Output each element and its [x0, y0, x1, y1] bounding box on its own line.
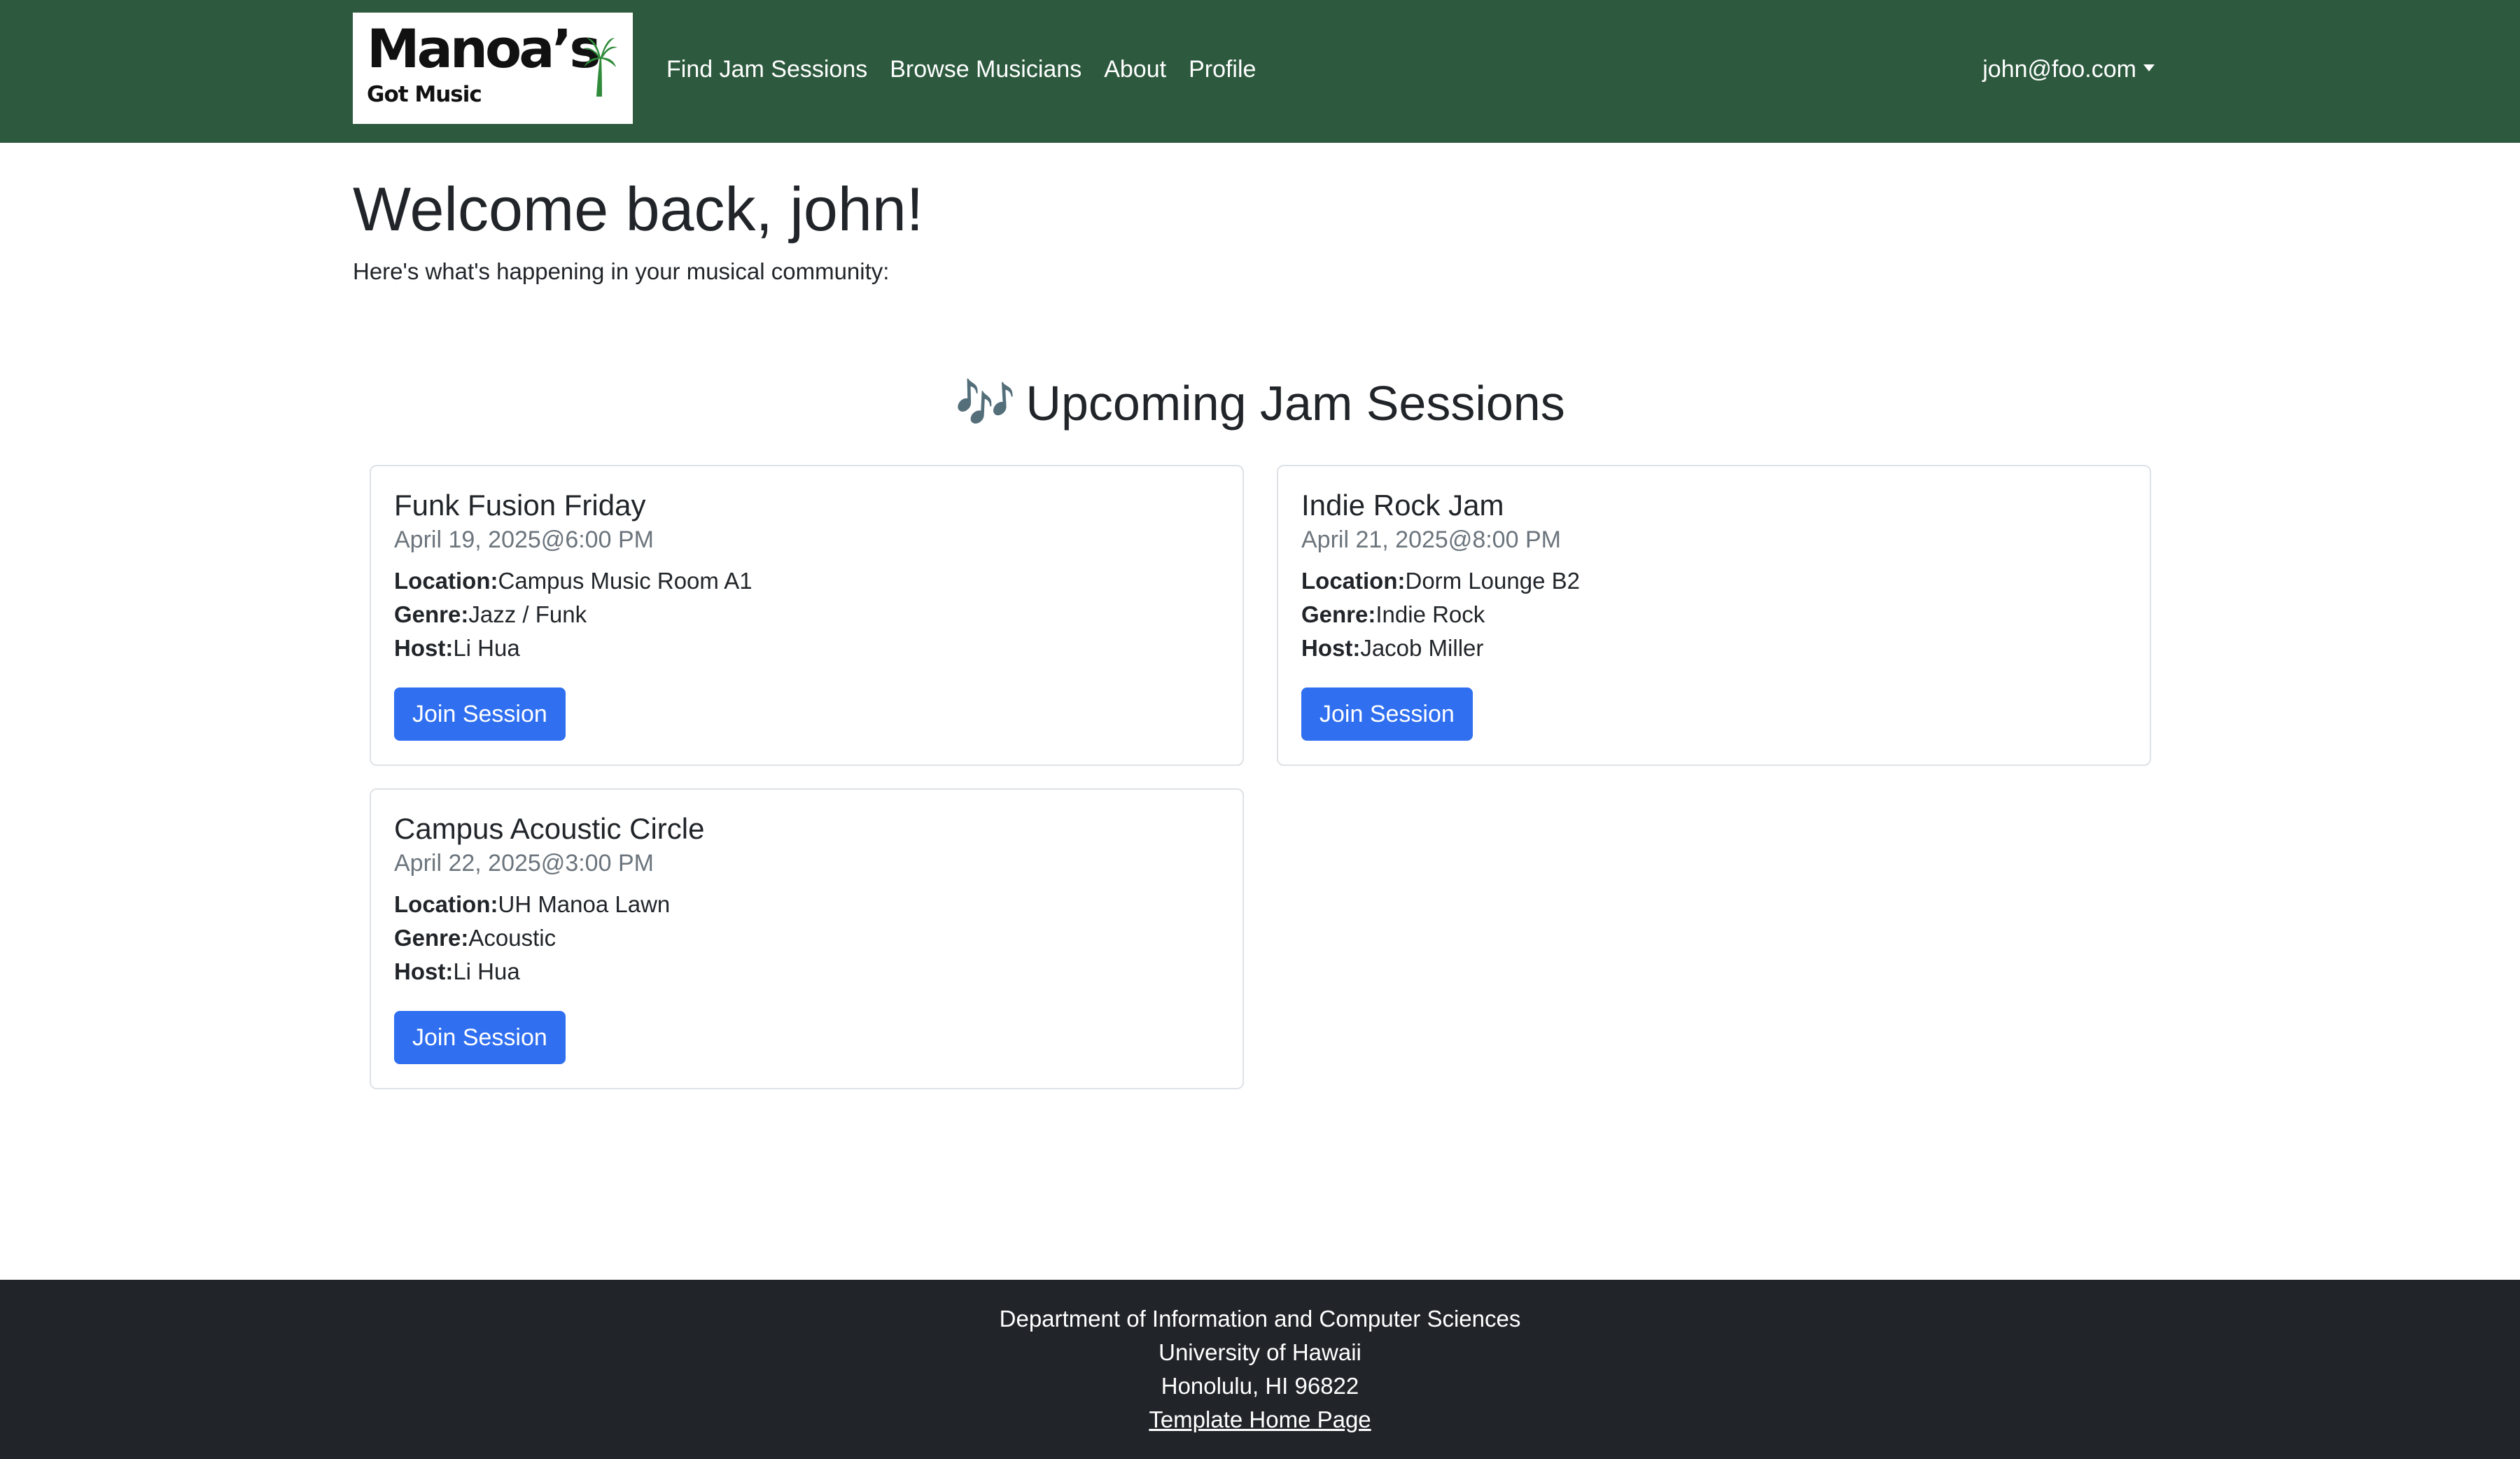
host-value: Li Hua	[453, 635, 520, 661]
session-card: Funk Fusion Friday April 19, 2025@6:00 P…	[370, 465, 1244, 766]
location-value: Campus Music Room A1	[498, 568, 752, 594]
location-value: UH Manoa Lawn	[498, 891, 671, 917]
caret-down-icon	[2143, 64, 2155, 71]
genre-label: Genre:	[1301, 601, 1376, 627]
session-card: Campus Acoustic Circle April 22, 2025@3:…	[370, 788, 1244, 1089]
nav-links: Find Jam Sessions Browse Musicians About…	[666, 52, 1278, 87]
footer-city: Honolulu, HI 96822	[1161, 1373, 1359, 1399]
genre-label: Genre:	[394, 601, 469, 627]
host-label: Host:	[394, 958, 454, 984]
location-label: Location:	[394, 891, 498, 917]
genre-label: Genre:	[394, 925, 469, 951]
location-label: Location:	[1301, 568, 1406, 594]
session-date: April 19, 2025@6:00 PM	[394, 526, 654, 553]
brand-name: Manoa’s	[367, 18, 601, 80]
session-host: Host:Jacob Miller	[1301, 631, 1483, 665]
brand-logo[interactable]: Manoa’s Got Music	[353, 13, 633, 124]
nav-link-profile[interactable]: Profile	[1189, 52, 1256, 87]
genre-value: Jazz / Funk	[468, 601, 587, 627]
top-navbar: Manoa’s Got Music Find Jam Sessions Brow…	[0, 0, 2520, 143]
join-session-button[interactable]: Join Session	[394, 1011, 566, 1064]
page-footer: Department of Information and Computer S…	[0, 1280, 2520, 1459]
footer-university: University of Hawaii	[1158, 1339, 1362, 1365]
template-home-link[interactable]: Template Home Page	[1149, 1406, 1371, 1432]
footer-department: Department of Information and Computer S…	[999, 1306, 1521, 1332]
user-email: john@foo.com	[1982, 56, 2136, 83]
page-title: Welcome back, john!	[353, 174, 924, 244]
session-location: Location:UH Manoa Lawn	[394, 888, 670, 921]
host-label: Host:	[1301, 635, 1361, 661]
page-subtitle: Here's what's happening in your musical …	[353, 258, 890, 284]
section-heading-text: Upcoming Jam Sessions	[1026, 376, 1565, 431]
host-value: Jacob Miller	[1360, 635, 1484, 661]
brand-subtitle: Got Music	[367, 82, 482, 107]
palm-tree-icon	[582, 38, 617, 97]
section-heading-jam-sessions: 🎶 Upcoming Jam Sessions	[0, 370, 2520, 437]
session-title: Campus Acoustic Circle	[394, 812, 705, 845]
session-genre: Genre:Jazz / Funk	[394, 598, 587, 631]
footer-address: Department of Information and Computer S…	[0, 1302, 2520, 1437]
host-value: Li Hua	[453, 958, 520, 984]
genre-value: Indie Rock	[1376, 601, 1485, 627]
session-title: Indie Rock Jam	[1301, 489, 1504, 522]
musical-notes-icon: 🎶	[955, 376, 1016, 431]
session-card: Indie Rock Jam April 21, 2025@8:00 PM Lo…	[1277, 465, 2151, 766]
user-dropdown-toggle[interactable]: john@foo.com	[1982, 52, 2155, 87]
nav-link-about[interactable]: About	[1104, 52, 1166, 87]
session-genre: Genre:Acoustic	[394, 921, 556, 955]
session-host: Host:Li Hua	[394, 631, 520, 665]
session-host: Host:Li Hua	[394, 955, 520, 989]
session-title: Funk Fusion Friday	[394, 489, 646, 522]
join-session-button[interactable]: Join Session	[394, 687, 566, 741]
nav-link-browse-musicians[interactable]: Browse Musicians	[890, 52, 1082, 87]
location-value: Dorm Lounge B2	[1405, 568, 1580, 594]
join-session-button[interactable]: Join Session	[1301, 687, 1473, 741]
nav-link-find-jam-sessions[interactable]: Find Jam Sessions	[666, 52, 867, 87]
session-date: April 22, 2025@3:00 PM	[394, 850, 654, 877]
session-location: Location:Dorm Lounge B2	[1301, 564, 1580, 598]
session-genre: Genre:Indie Rock	[1301, 598, 1485, 631]
genre-value: Acoustic	[468, 925, 556, 951]
location-label: Location:	[394, 568, 498, 594]
session-location: Location:Campus Music Room A1	[394, 564, 752, 598]
session-date: April 21, 2025@8:00 PM	[1301, 526, 1561, 553]
host-label: Host:	[394, 635, 454, 661]
